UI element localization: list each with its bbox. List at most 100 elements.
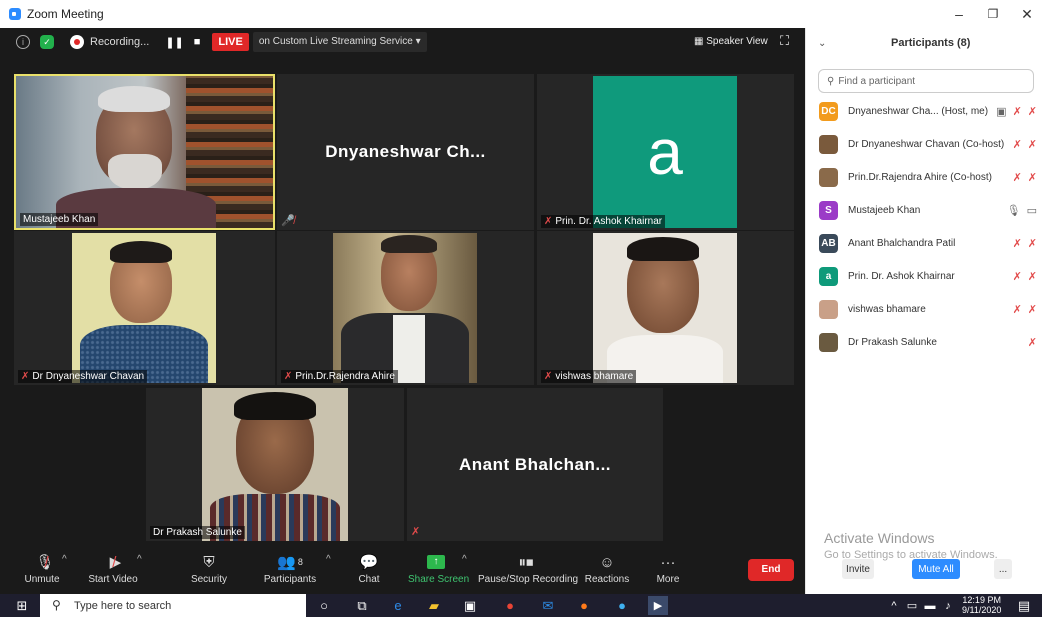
- stop-recording-icon[interactable]: ■: [194, 36, 201, 48]
- video-tile[interactable]: ✗ vishwas bhamare: [537, 231, 794, 385]
- zoom-logo-icon: [9, 8, 21, 20]
- panel-more-button[interactable]: ...: [994, 559, 1012, 579]
- more-button[interactable]: ··· More: [652, 550, 684, 594]
- mic-muted-icon: 🎤̸: [281, 215, 295, 227]
- participant-avatar: [819, 299, 838, 319]
- info-icon[interactable]: i: [16, 35, 30, 49]
- search-icon: ⚲: [827, 75, 835, 87]
- chrome-icon[interactable]: ●: [500, 596, 520, 615]
- video-tile[interactable]: Mustajeeb Khan: [14, 74, 275, 230]
- video-icon: ▭: [1026, 204, 1037, 217]
- fullscreen-icon[interactable]: ⛶: [780, 33, 789, 49]
- participant-row[interactable]: Dr Dnyaneshwar Chavan (Co-host) ✗ ✗: [806, 128, 1042, 160]
- participant-row[interactable]: a Prin. Dr. Ashok Khairnar ✗ ✗: [806, 260, 1042, 292]
- speaker-view-button[interactable]: ▦ Speaker View: [694, 33, 768, 51]
- participant-row[interactable]: DC Dnyaneshwar Cha... (Host, me) ▣ ✗ ✗: [806, 95, 1042, 127]
- restore-button[interactable]: ❐: [978, 4, 1008, 24]
- windows-taskbar: ⊞ ⚲ Type here to search ○ ⧉ e ▰ ▣ ● ✉ ● …: [0, 594, 1042, 617]
- shield-check-icon[interactable]: ✓: [40, 35, 54, 49]
- smiley-icon: ☺: [599, 553, 615, 571]
- participant-row[interactable]: S Mustajeeb Khan 🎙 ▭: [806, 194, 1042, 226]
- network-icon[interactable]: ▭: [902, 596, 922, 615]
- unmute-button[interactable]: 🎙 / Unmute: [20, 550, 64, 594]
- chat-button[interactable]: 💬 Chat: [354, 550, 384, 594]
- start-video-button[interactable]: ▶ / Start Video: [86, 550, 140, 594]
- firefox-icon[interactable]: ●: [574, 596, 594, 615]
- pause-recording-icon[interactable]: ❚❚: [165, 36, 183, 49]
- participant-avatar: [819, 167, 838, 187]
- video-tile[interactable]: Dnyaneshwar Ch... 🎤̸: [277, 74, 534, 230]
- video-tile[interactable]: ✗ Prin.Dr.Rajendra Ahire: [277, 231, 534, 385]
- video-off-icon: ✗: [1027, 336, 1037, 349]
- minimize-button[interactable]: –: [944, 4, 974, 24]
- security-button[interactable]: ⛨ Security: [188, 550, 230, 594]
- participants-button[interactable]: 👥 8 Participants: [262, 550, 318, 594]
- cortana-icon[interactable]: ○: [314, 596, 334, 615]
- end-meeting-button[interactable]: End: [748, 559, 794, 581]
- search-placeholder: Find a participant: [838, 75, 916, 87]
- video-tile[interactable]: a ✗ Prin. Dr. Ashok Khairnar: [537, 74, 794, 230]
- participant-avatar: a: [819, 266, 838, 286]
- participant-row[interactable]: vishwas bhamare ✗ ✗: [806, 293, 1042, 325]
- mic-muted-icon: ✗: [411, 526, 421, 538]
- video-tile[interactable]: Anant Bhalchan... ✗: [407, 388, 663, 541]
- zoom-taskbar-icon[interactable]: ▶: [648, 596, 668, 615]
- browser-icon[interactable]: ●: [612, 596, 632, 615]
- participant-name: Dr Prakash Salunke: [848, 336, 937, 348]
- caret-up-icon[interactable]: ^: [62, 554, 67, 565]
- chevron-down-icon[interactable]: ⌄: [818, 38, 826, 49]
- participant-row[interactable]: AB Anant Bhalchandra Patil ✗ ✗: [806, 227, 1042, 259]
- panel-header: ⌄ Participants (8): [806, 28, 1042, 58]
- participant-row[interactable]: Prin.Dr.Rajendra Ahire (Co-host) ✗ ✗: [806, 161, 1042, 193]
- video-tile[interactable]: Dr Prakash Salunke: [146, 388, 404, 541]
- video-off-icon: ✗: [1027, 270, 1037, 283]
- windows-start-icon[interactable]: ⊞: [12, 596, 32, 615]
- participant-name: Prin. Dr. Ashok Khairnar: [848, 270, 955, 282]
- battery-icon[interactable]: ▬: [920, 596, 940, 615]
- video-off-icon: ✗: [1027, 237, 1037, 250]
- taskbar-search-input[interactable]: ⚲ Type here to search: [40, 594, 306, 617]
- live-badge: LIVE: [212, 33, 249, 51]
- mail-icon[interactable]: ✉: [538, 596, 558, 615]
- volume-icon[interactable]: ♪: [938, 596, 958, 615]
- mic-muted-icon: ✗: [1012, 270, 1022, 283]
- participant-row[interactable]: Dr Prakash Salunke ✗: [806, 326, 1042, 358]
- task-view-icon[interactable]: ⧉: [352, 596, 372, 615]
- participant-beard: [108, 154, 162, 190]
- speaker-view-label: Speaker View: [706, 36, 768, 47]
- video-tile[interactable]: ✗ Dr Dnyaneshwar Chavan: [14, 231, 275, 385]
- participant-name: Dr Dnyaneshwar Chavan (Co-host): [848, 138, 1005, 150]
- file-explorer-icon[interactable]: ▰: [424, 596, 444, 615]
- stream-dropdown[interactable]: on Custom Live Streaming Service ▾: [252, 32, 427, 52]
- close-button[interactable]: ✕: [1012, 4, 1042, 24]
- clock[interactable]: 12:19 PM 9/11/2020: [962, 595, 1001, 615]
- edge-icon[interactable]: e: [388, 596, 408, 615]
- mic-muted-icon: ✗: [21, 371, 30, 382]
- participant-name: Prin.Dr.Rajendra Ahire (Co-host): [848, 171, 992, 183]
- tile-name-label: ✗ Prin. Dr. Ashok Khairnar: [541, 215, 666, 228]
- participants-icon: 👥 8: [277, 554, 303, 571]
- caret-up-icon[interactable]: ^: [326, 554, 331, 565]
- participant-name: Mustajeeb Khan: [848, 204, 921, 216]
- grid-icon: ▦: [694, 36, 704, 47]
- mic-muted-icon: ✗: [1012, 138, 1022, 151]
- participant-hair: [234, 392, 316, 420]
- mute-all-button[interactable]: Mute All: [912, 559, 960, 579]
- participant-avatar: [819, 332, 838, 352]
- caret-up-icon[interactable]: ^: [462, 554, 467, 565]
- participant-search-input[interactable]: ⚲ Find a participant: [818, 69, 1034, 93]
- invite-button[interactable]: Invite: [842, 559, 874, 579]
- notification-icon[interactable]: ▤: [1014, 596, 1034, 615]
- store-icon[interactable]: ▣: [460, 596, 480, 615]
- participant-avatar: [819, 134, 838, 154]
- share-screen-button[interactable]: ↑ Share Screen: [408, 550, 469, 594]
- video-off-icon: ✗: [1027, 303, 1037, 316]
- reactions-button[interactable]: ☺ Reactions: [584, 550, 630, 594]
- stream-label: on Custom Live Streaming Service: [258, 36, 413, 47]
- participant-name: vishwas bhamare: [848, 303, 926, 315]
- tray-chevron-icon[interactable]: ^: [884, 596, 904, 615]
- ellipsis-icon: ···: [660, 553, 676, 571]
- pause-stop-recording-button[interactable]: ⏸⏹ Pause/Stop Recording: [478, 550, 578, 594]
- mic-muted-icon: ✗: [1012, 303, 1022, 316]
- caret-up-icon[interactable]: ^: [137, 554, 142, 565]
